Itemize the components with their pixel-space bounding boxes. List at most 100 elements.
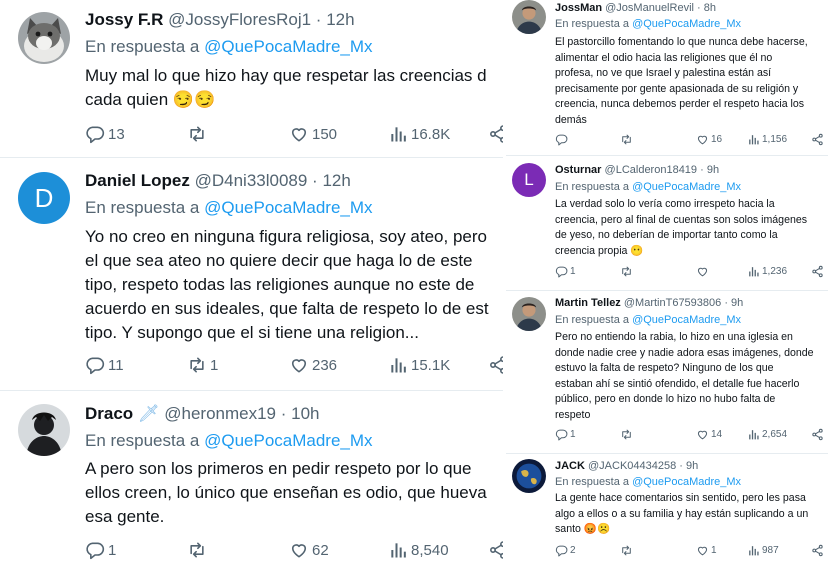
tweet-actions: 16 1,156	[555, 133, 827, 147]
author-name[interactable]: Draco	[85, 404, 133, 423]
author-name[interactable]: JossMan	[555, 2, 602, 14]
tweet-text-line: esa gente.	[85, 507, 165, 526]
retweet-button[interactable]	[620, 133, 635, 146]
reply-mention-link[interactable]: @QuePocaMadre_Mx	[204, 431, 372, 450]
views-button[interactable]: 15.1K	[388, 355, 450, 375]
tweet-text-line: A pero son los primeros en pedir respeto…	[85, 459, 472, 478]
tweet-time[interactable]: 9h	[686, 460, 698, 472]
views-button[interactable]: 987	[747, 544, 779, 557]
reply-button[interactable]: 2	[555, 544, 576, 557]
retweet-button[interactable]	[187, 124, 210, 144]
tweet-header: Daniel Lopez @D4ni33l0089 · 12h	[85, 170, 351, 192]
tweet-time[interactable]: 8h	[704, 2, 716, 14]
reply-mention-link[interactable]: @QuePocaMadre_Mx	[632, 476, 741, 488]
avatar[interactable]	[18, 404, 70, 456]
share-button[interactable]	[811, 133, 826, 146]
like-button[interactable]	[696, 265, 711, 278]
tweet-text-line: alimentar el odio hacia las religiones q…	[555, 51, 773, 64]
reply-prefix: En respuesta a	[555, 181, 629, 193]
like-count: 236	[312, 356, 338, 374]
like-button[interactable]: 14	[696, 428, 722, 441]
share-button[interactable]	[811, 265, 826, 278]
tweet-actions: 1 1,236	[555, 265, 827, 279]
reply-mention-link[interactable]: @QuePocaMadre_Mx	[632, 181, 741, 193]
like-button[interactable]: 1	[696, 544, 717, 557]
tweet-time[interactable]: 10h	[291, 404, 319, 423]
reply-mention-link[interactable]: @QuePocaMadre_Mx	[632, 314, 741, 326]
author-handle[interactable]: @D4ni33l0089	[195, 171, 308, 190]
reply-mention-link[interactable]: @QuePocaMadre_Mx	[204, 198, 372, 217]
author-name[interactable]: Daniel Lopez	[85, 171, 190, 190]
tweet-divider	[0, 390, 503, 391]
like-button[interactable]: 62	[289, 540, 329, 560]
views-button[interactable]: 1,156	[747, 133, 787, 146]
author-handle[interactable]: @JACK04434258	[588, 460, 676, 472]
views-button[interactable]: 16.8K	[388, 124, 450, 144]
share-button[interactable]	[488, 355, 503, 375]
reply-button[interactable]: 1	[85, 540, 116, 560]
share-button[interactable]	[488, 124, 503, 144]
author-name[interactable]: Osturnar	[555, 164, 601, 176]
share-button[interactable]	[811, 544, 826, 557]
tweet-card: JACK @JACK04434258 · 9h En respuesta a @Q…	[506, 453, 828, 565]
bar-chart-icon	[388, 540, 411, 560]
like-button[interactable]: 236	[289, 355, 337, 375]
author-handle[interactable]: @JossyFloresRoj1	[168, 10, 311, 29]
reply-mention-link[interactable]: @QuePocaMadre_Mx	[204, 37, 372, 56]
heart-icon	[696, 265, 711, 278]
views-button[interactable]: 1,236	[747, 265, 787, 278]
reply-button[interactable]: 11	[85, 355, 124, 375]
reply-mention-link[interactable]: @QuePocaMadre_Mx	[632, 18, 741, 30]
author-handle[interactable]: @JosManuelRevil	[605, 2, 694, 14]
tweet-text: La gente hace comentarios sin sentido, p…	[555, 491, 828, 538]
retweet-icon	[620, 265, 635, 278]
author-name[interactable]: Jossy F.R	[85, 10, 163, 29]
retweet-icon	[620, 544, 635, 557]
avatar[interactable]	[512, 0, 546, 34]
tweet-text-line: El pastorcillo fomentando lo que nunca d…	[555, 36, 808, 48]
views-button[interactable]: 8,540	[388, 540, 449, 560]
tweet-time[interactable]: 9h	[731, 297, 743, 309]
like-button[interactable]: 16	[696, 133, 722, 146]
like-button[interactable]: 150	[289, 124, 337, 144]
avatar[interactable]	[512, 459, 546, 493]
heart-icon	[696, 133, 711, 146]
author-name[interactable]: Martin Tellez	[555, 297, 621, 309]
avatar[interactable]: L	[512, 163, 546, 197]
retweet-button[interactable]: 1	[187, 355, 218, 375]
tweet-divider	[506, 290, 828, 291]
reply-count: 11	[108, 356, 124, 374]
reply-prefix: En respuesta a	[85, 37, 200, 56]
author-handle[interactable]: @LCalderon18419	[605, 164, 698, 176]
avatar[interactable]: D	[18, 172, 70, 224]
author-name[interactable]: JACK	[555, 460, 585, 472]
avatar[interactable]	[18, 12, 70, 64]
views-button[interactable]: 2,654	[747, 428, 787, 441]
reply-button[interactable]: 1	[555, 265, 576, 278]
tweet-text-line: donde nadie cree y nadie adora esas imág…	[555, 346, 814, 359]
reply-button[interactable]: 13	[85, 124, 125, 144]
author-handle[interactable]: @heronmex19	[164, 404, 276, 423]
view-count: 15.1K	[411, 356, 451, 374]
reply-context: En respuesta a @QuePocaMadre_Mx	[85, 36, 373, 58]
tweet-time[interactable]: 9h	[707, 164, 719, 176]
tweet-header: Jossy F.R @JossyFloresRoj1 · 12h	[85, 9, 355, 31]
earth-photo-icon	[512, 459, 546, 493]
tweet-text-line: el que sea ateo no quiere decir que haga…	[85, 251, 473, 270]
tweet-text-line: Pero no entiendo la rabia, lo hizo en un…	[555, 331, 793, 343]
retweet-button[interactable]	[620, 265, 635, 278]
reply-button[interactable]	[555, 133, 570, 146]
tweet-text-line: santo 😡☹️	[555, 523, 611, 536]
retweet-button[interactable]	[620, 544, 635, 557]
tweet-time[interactable]: 12h	[322, 171, 350, 190]
tweet-text-line: algo a ellos o a su familia y hay están …	[555, 507, 809, 520]
tweet-time[interactable]: 12h	[326, 10, 354, 29]
reply-button[interactable]: 1	[555, 428, 576, 441]
avatar[interactable]	[512, 297, 546, 331]
share-button[interactable]	[811, 428, 826, 441]
author-handle[interactable]: @MartinT67593806	[624, 297, 721, 309]
right-reply-panel: JossMan @JosManuelRevil · 8h En respuesta…	[506, 0, 828, 565]
share-button[interactable]	[488, 540, 503, 560]
retweet-button[interactable]	[187, 540, 210, 560]
retweet-button[interactable]	[620, 428, 635, 441]
